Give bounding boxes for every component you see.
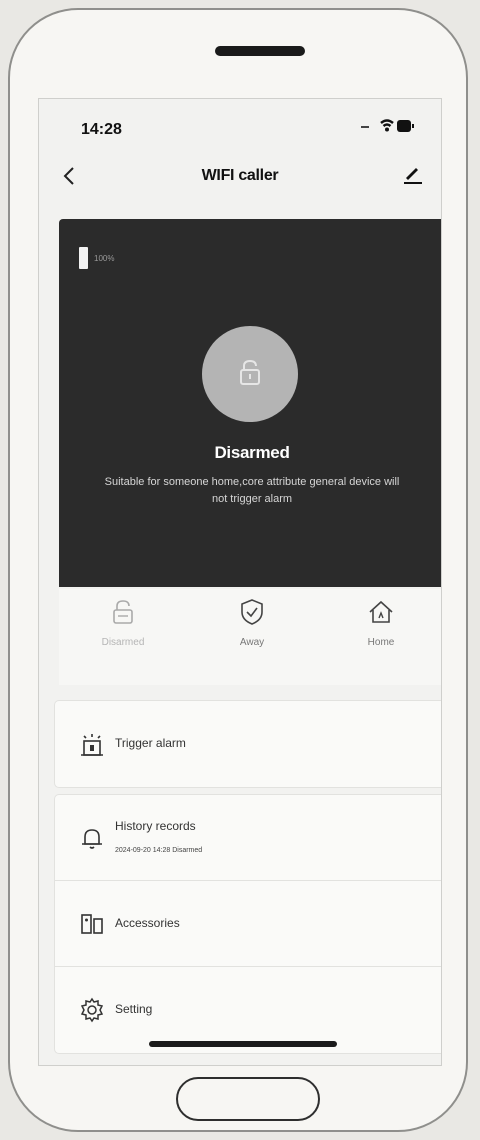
wifi-icon bbox=[380, 119, 394, 132]
history-records-row[interactable]: History records 2024-09-20 14:28 Disarme… bbox=[55, 795, 441, 881]
trigger-alarm-card: Trigger alarm bbox=[55, 701, 441, 787]
unlock-icon bbox=[240, 359, 260, 385]
battery-icon bbox=[79, 247, 88, 269]
gear-icon bbox=[80, 997, 104, 1023]
pencil-icon bbox=[404, 168, 422, 184]
house-icon bbox=[369, 600, 393, 623]
signal-icon bbox=[361, 126, 369, 128]
battery-status-icon bbox=[397, 120, 414, 132]
alarm-status-card: 100% Disarmed Suitable for someone home,… bbox=[59, 219, 441, 587]
home-mode-button[interactable]: Home bbox=[331, 597, 431, 673]
battery-level: 100% bbox=[94, 254, 115, 263]
bell-icon bbox=[82, 829, 102, 849]
alarm-icon bbox=[81, 734, 103, 756]
status-time: 14:28 bbox=[81, 121, 122, 138]
home-indicator[interactable] bbox=[149, 1041, 337, 1047]
lock-icon bbox=[113, 600, 133, 624]
mode-label-home: Home bbox=[367, 637, 395, 648]
accessories-icon bbox=[81, 914, 103, 934]
mode-label-disarmed: Disarmed bbox=[101, 637, 145, 648]
mode-status-circle bbox=[202, 326, 298, 422]
page-title: WIFI caller bbox=[201, 167, 279, 184]
mode-description: Suitable for someone home,core attribute… bbox=[104, 476, 400, 505]
device-battery: 100% bbox=[79, 247, 139, 269]
mode-title: Disarmed bbox=[214, 443, 290, 462]
mode-selector: Disarmed Away Home bbox=[59, 589, 441, 685]
disarmed-mode-button[interactable]: Disarmed bbox=[73, 597, 173, 673]
shield-icon bbox=[241, 599, 263, 625]
history-records-label: History records bbox=[115, 819, 196, 833]
accessories-row[interactable]: Accessories bbox=[55, 881, 441, 967]
status-icons bbox=[361, 117, 415, 137]
phone-home-button[interactable] bbox=[176, 1077, 320, 1121]
status-bar: 14:28 bbox=[39, 99, 441, 159]
menu-card: History records 2024-09-20 14:28 Disarme… bbox=[55, 795, 441, 1053]
nav-bar: WIFI caller bbox=[39, 155, 441, 199]
edit-button[interactable] bbox=[401, 163, 425, 187]
app-screen: 14:28 WIFI caller 100% Disarmed Suitable… bbox=[38, 98, 442, 1066]
history-records-latest: 2024-09-20 14:28 Disarmed bbox=[115, 847, 203, 854]
trigger-alarm-label: Trigger alarm bbox=[115, 736, 186, 750]
phone-frame: 14:28 WIFI caller 100% Disarmed Suitable… bbox=[8, 8, 468, 1132]
mode-label-away: Away bbox=[239, 637, 265, 648]
away-mode-button[interactable]: Away bbox=[202, 597, 302, 673]
phone-speaker bbox=[215, 46, 305, 56]
setting-label: Setting bbox=[115, 1002, 153, 1016]
trigger-alarm-row[interactable]: Trigger alarm bbox=[55, 701, 441, 787]
accessories-label: Accessories bbox=[115, 916, 180, 930]
